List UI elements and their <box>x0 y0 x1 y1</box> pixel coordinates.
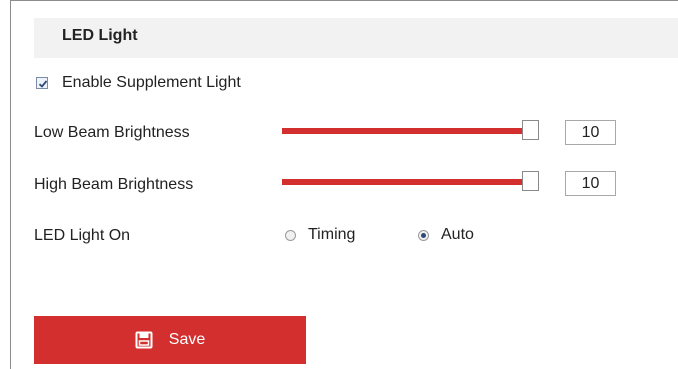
led-light-on-label: LED Light On <box>34 227 131 244</box>
high-beam-brightness-value[interactable]: 10 <box>565 171 616 196</box>
section-header: LED Light <box>34 18 678 58</box>
low-beam-slider-track[interactable] <box>282 128 524 134</box>
enable-supplement-light-checkbox[interactable] <box>36 77 48 89</box>
save-button[interactable]: Save <box>34 316 306 364</box>
enable-supplement-light-row[interactable]: Enable Supplement Light <box>36 74 241 92</box>
radio-option-timing[interactable]: Timing <box>285 226 355 244</box>
low-beam-brightness-slider[interactable] <box>282 120 554 142</box>
high-beam-brightness-slider[interactable] <box>282 171 554 193</box>
save-icon <box>135 331 153 349</box>
high-beam-slider-thumb[interactable] <box>522 171 539 191</box>
timing-radio-label: Timing <box>308 226 356 243</box>
enable-supplement-light-label: Enable Supplement Light <box>62 74 241 91</box>
high-beam-slider-track[interactable] <box>282 179 524 185</box>
low-beam-brightness-label: Low Beam Brightness <box>34 124 190 141</box>
low-beam-brightness-value[interactable]: 10 <box>565 120 616 145</box>
low-beam-slider-thumb[interactable] <box>522 120 539 140</box>
high-beam-brightness-label: High Beam Brightness <box>34 176 194 193</box>
radio-option-auto[interactable]: Auto <box>418 226 474 244</box>
frame-border-left <box>10 0 11 369</box>
frame-border-top <box>10 0 678 1</box>
section-title: LED Light <box>62 27 138 44</box>
save-button-label: Save <box>168 331 206 348</box>
auto-radio-label: Auto <box>441 226 474 243</box>
checkmark-icon <box>38 80 48 88</box>
timing-radio[interactable] <box>285 229 296 241</box>
auto-radio[interactable] <box>418 229 429 241</box>
